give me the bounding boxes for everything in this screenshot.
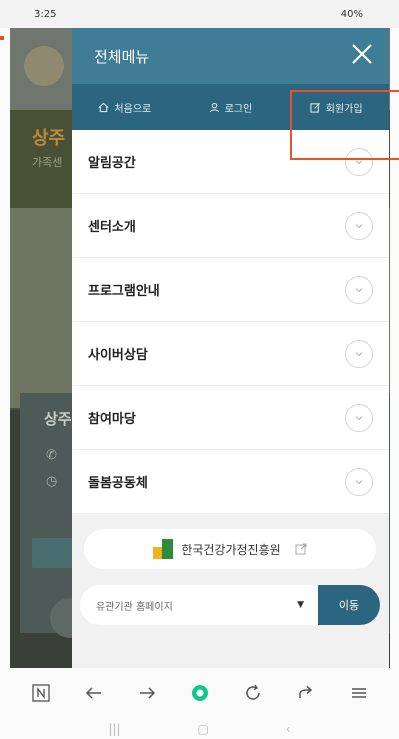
kihf-site-link[interactable]: 한국건강가정진흥원 (84, 529, 376, 569)
status-time: 3:25 (34, 8, 57, 20)
caret-down-icon: ▼ (297, 600, 304, 610)
background-banner-subtitle: 가족센 (32, 156, 63, 169)
user-icon (209, 102, 219, 112)
status-battery: 40% (340, 8, 363, 20)
nav-home-button[interactable]: 처음으로 (72, 100, 178, 115)
background-card-title: 상주 (44, 410, 72, 428)
green-dot-icon (191, 685, 208, 701)
menu-button[interactable] (344, 678, 374, 708)
browser-toolbar (0, 668, 399, 718)
menu-item-programs[interactable]: 프로그램안내 (72, 258, 389, 322)
go-button[interactable]: 이동 (318, 585, 380, 625)
naver-icon (31, 684, 50, 702)
menu-item-label: 참여마당 (88, 412, 136, 427)
drawer-footer: 한국건강가정진흥원 유관기관 홈페이지 ▼ 이동 (72, 515, 389, 668)
chevron-down-icon (355, 287, 363, 292)
menu-item-label: 알림공간 (88, 156, 136, 171)
close-icon (352, 44, 372, 64)
share-icon (298, 685, 312, 698)
nav-login-label: 로그인 (224, 103, 253, 115)
status-bar: 3:25 40% (0, 0, 399, 28)
menu-item-label: 센터소개 (88, 220, 136, 235)
recents-icon[interactable]: ||| (108, 722, 120, 736)
menu-item-label: 프로그램안내 (88, 284, 160, 299)
hamburger-icon (351, 688, 366, 698)
chevron-down-icon (355, 351, 363, 356)
chevron-down-icon (355, 415, 363, 420)
expand-button[interactable] (345, 403, 373, 432)
kihf-site-label: 한국건강가정진흥원 (181, 542, 281, 557)
external-link-icon (295, 543, 307, 555)
expand-button[interactable] (345, 339, 373, 368)
reload-button[interactable] (238, 678, 268, 708)
nav-home-label: 처음으로 (114, 103, 152, 115)
expand-button[interactable] (345, 211, 373, 240)
background-banner-title: 상주 (32, 128, 66, 149)
highlight-marker (0, 36, 4, 40)
menu-list: 알림공간 센터소개 프로그램안내 사이버상담 참여마당 돌봄공동체 (72, 130, 389, 514)
kihf-logo (153, 539, 174, 559)
clock-icon: ◷ (46, 474, 58, 489)
menu-item-center-intro[interactable]: 센터소개 (72, 194, 389, 258)
home-green-button[interactable] (185, 678, 215, 708)
home-nav-icon[interactable]: ▢ (197, 722, 208, 736)
menu-item-care-community[interactable]: 돌봄공동체 (72, 450, 389, 514)
menu-item-participation[interactable]: 참여마당 (72, 386, 389, 450)
back-button[interactable] (79, 678, 109, 708)
system-nav-bar: ||| ▢ ‹ (0, 718, 399, 739)
drawer-header: 전체메뉴 (72, 28, 389, 84)
highlight-box (290, 90, 399, 160)
arrow-left-icon (85, 687, 101, 699)
close-button[interactable] (351, 42, 373, 70)
back-nav-icon[interactable]: ‹ (286, 722, 291, 736)
expand-button[interactable] (345, 467, 373, 496)
share-button[interactable] (291, 678, 321, 708)
drawer-title: 전체메뉴 (94, 47, 150, 66)
chevron-down-icon (355, 223, 363, 228)
naver-button[interactable] (26, 678, 56, 708)
menu-item-cyber-counseling[interactable]: 사이버상담 (72, 322, 389, 386)
menu-item-label: 돌봄공동체 (88, 476, 148, 491)
home-icon (99, 102, 109, 112)
chevron-down-icon (355, 479, 363, 484)
phone-icon: ✆ (46, 448, 57, 463)
reload-icon (245, 684, 260, 700)
forward-button[interactable] (132, 678, 162, 708)
related-sites-row: 유관기관 홈페이지 ▼ 이동 (80, 585, 380, 625)
background-logo (24, 46, 64, 86)
arrow-right-icon (139, 687, 155, 699)
menu-item-label: 사이버상담 (88, 348, 148, 363)
related-sites-value: 유관기관 홈페이지 (96, 601, 173, 613)
expand-button[interactable] (345, 275, 373, 304)
related-sites-select[interactable]: 유관기관 홈페이지 ▼ (80, 585, 318, 625)
nav-login-button[interactable]: 로그인 (178, 100, 284, 115)
